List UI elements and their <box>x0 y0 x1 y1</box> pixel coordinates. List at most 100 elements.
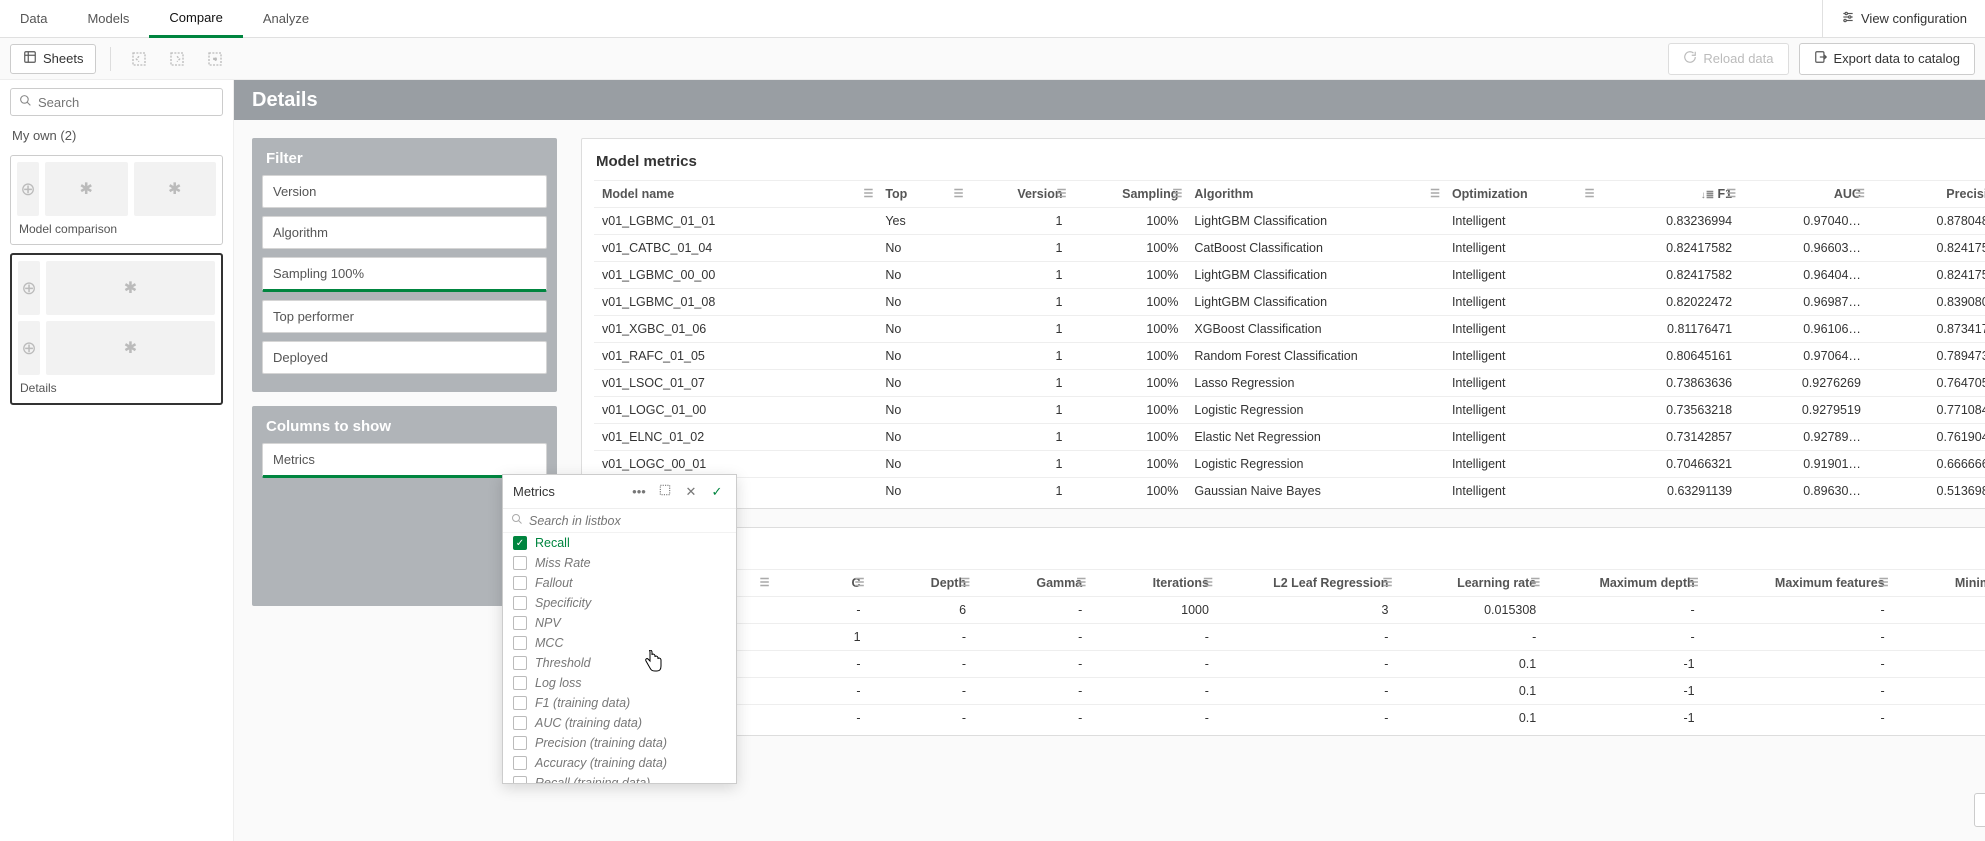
tab-models[interactable]: Models <box>67 0 149 38</box>
listbox-option[interactable]: Specificity <box>503 593 736 613</box>
col-minimum-child-samples[interactable]: Minimum child samples☰ <box>1893 570 1985 597</box>
filter-item-top-performer[interactable]: Top performer <box>262 300 547 333</box>
main-tabs: Data Models Compare Analyze <box>0 0 329 38</box>
col-learning-rate[interactable]: Learning rate☰ <box>1396 570 1544 597</box>
col-sampling[interactable]: Sampling☰ <box>1070 181 1186 208</box>
column-menu-icon[interactable]: ☰ <box>1726 187 1736 200</box>
listbox-option[interactable]: Log loss <box>503 673 736 693</box>
col-optimization[interactable]: Optimization☰ <box>1444 181 1599 208</box>
table-row[interactable]: v01_GNBC_01_03No1100%Gaussian Naive Baye… <box>594 478 1985 505</box>
table-row[interactable]: v01_LSOC_01_07No1100%Lasso RegressionInt… <box>594 370 1985 397</box>
listbox-option[interactable]: Precision (training data) <box>503 733 736 753</box>
column-menu-icon[interactable]: ☰ <box>1173 187 1183 200</box>
col-l2-leaf-regression[interactable]: L2 Leaf Regression☰ <box>1217 570 1397 597</box>
listbox-option[interactable]: MCC <box>503 633 736 653</box>
listbox-option[interactable]: Accuracy (training data) <box>503 753 736 773</box>
checkbox-icon <box>513 676 527 690</box>
table-row[interactable]: v01_XGBC_01_06No1100%XGBoost Classificat… <box>594 316 1985 343</box>
table-row[interactable]: v01_LGBMC_01_01-----0.1-1-20- <box>594 678 1985 705</box>
filter-item-version[interactable]: Version <box>262 175 547 208</box>
hyperparameters-card: Hyperparameters Model name ↑≣☰C☰Depth☰Ga… <box>581 527 1985 736</box>
export-icon <box>1814 50 1828 67</box>
column-menu-icon[interactable]: ☰ <box>1530 576 1540 589</box>
selection-forward-icon[interactable] <box>163 45 191 73</box>
col-auc[interactable]: AUC☰ <box>1740 181 1869 208</box>
column-menu-icon[interactable]: ☰ <box>1383 576 1393 589</box>
col-iterations[interactable]: Iterations☰ <box>1090 570 1217 597</box>
page-title: Details <box>252 89 318 112</box>
column-menu-icon[interactable]: ☰ <box>760 576 770 589</box>
view-configuration-top[interactable]: View configuration <box>1822 0 1985 38</box>
table-row[interactable]: v01_LGBMC_01_01Yes1100%LightGBM Classifi… <box>594 208 1985 235</box>
columns-item-metrics[interactable]: Metrics <box>262 443 547 478</box>
table-row[interactable]: v01_LGBMC_01_08No1100%LightGBM Classific… <box>594 289 1985 316</box>
sheet-thumb-details[interactable]: ⊕ ✱ ⊕ ✱ Details <box>10 253 223 405</box>
col-c[interactable]: C☰ <box>774 570 869 597</box>
listbox-option[interactable]: AUC (training data) <box>503 713 736 733</box>
listbox-option[interactable]: Fallout <box>503 573 736 593</box>
option-label: Precision (training data) <box>535 736 667 750</box>
column-menu-icon[interactable]: ☰ <box>863 187 873 200</box>
listbox-option[interactable]: Threshold <box>503 653 736 673</box>
table-row[interactable]: v01_LOGC_00_01No1100%Logistic Regression… <box>594 451 1985 478</box>
filter-item-deployed[interactable]: Deployed <box>262 341 547 374</box>
popup-cancel-icon[interactable]: ✕ <box>682 484 700 500</box>
table-row[interactable]: v01_CATBC_01_04No1100%CatBoost Classific… <box>594 235 1985 262</box>
table-row[interactable]: v01_RAFC_01_05No1100%Random Forest Class… <box>594 343 1985 370</box>
tab-compare[interactable]: Compare <box>149 0 242 38</box>
popup-option-list[interactable]: ✓RecallMiss RateFalloutSpecificityNPVMCC… <box>503 533 736 783</box>
search-icon <box>19 94 32 110</box>
col-top[interactable]: Top☰ <box>877 181 967 208</box>
col-algorithm[interactable]: Algorithm☰ <box>1186 181 1444 208</box>
popup-select-tool-icon[interactable] <box>656 483 674 500</box>
table-row[interactable]: v01_ELNC_01_02No1100%Elastic Net Regress… <box>594 424 1985 451</box>
column-menu-icon[interactable]: ☰ <box>960 576 970 589</box>
table-row[interactable]: v01_LGBMC_00_00No1100%LightGBM Classific… <box>594 262 1985 289</box>
my-own-section[interactable]: My own (2) <box>10 124 223 147</box>
sheets-button[interactable]: Sheets <box>10 44 96 74</box>
sidebar-search-input[interactable] <box>38 95 214 110</box>
column-menu-icon[interactable]: ☰ <box>1879 576 1889 589</box>
popup-more-icon[interactable]: ••• <box>630 484 648 499</box>
column-menu-icon[interactable]: ☰ <box>1689 576 1699 589</box>
column-menu-icon[interactable]: ☰ <box>1076 576 1086 589</box>
col-version[interactable]: Version☰ <box>967 181 1070 208</box>
table-row[interactable]: v01_CATBC_01_04-6-100030.015308---- <box>594 597 1985 624</box>
hyperparameters-title: Hyperparameters <box>594 538 1985 569</box>
tab-analyze[interactable]: Analyze <box>243 0 329 38</box>
listbox-option[interactable]: Recall (training data) <box>503 773 736 783</box>
column-menu-icon[interactable]: ☰ <box>1855 187 1865 200</box>
table-row[interactable]: v01_LOGC_01_00No1100%Logistic Regression… <box>594 397 1985 424</box>
tab-data[interactable]: Data <box>0 0 67 38</box>
column-menu-icon[interactable]: ☰ <box>1585 187 1595 200</box>
column-menu-icon[interactable]: ☰ <box>855 576 865 589</box>
listbox-option[interactable]: Miss Rate <box>503 553 736 573</box>
table-row[interactable]: v01_ELNC_01_021--------- <box>594 624 1985 651</box>
listbox-option[interactable]: NPV <box>503 613 736 633</box>
listbox-option[interactable]: ✓Recall <box>503 533 736 553</box>
filter-item-algorithm[interactable]: Algorithm <box>262 216 547 249</box>
sidebar-search[interactable] <box>10 88 223 116</box>
table-row[interactable]: v01_LGBMC_01_08-----0.1-1-20- <box>594 705 1985 732</box>
selection-clear-icon[interactable] <box>201 45 229 73</box>
col-gamma[interactable]: Gamma☰ <box>974 570 1090 597</box>
col-f1[interactable]: ↓≣ F1☰ <box>1598 181 1740 208</box>
col-precision[interactable]: Precision☰ <box>1869 181 1985 208</box>
hyper-scroll[interactable]: Model name ↑≣☰C☰Depth☰Gamma☰Iterations☰L… <box>594 569 1985 731</box>
popup-confirm-icon[interactable]: ✓ <box>708 484 726 500</box>
column-menu-icon[interactable]: ☰ <box>954 187 964 200</box>
selection-back-icon[interactable] <box>125 45 153 73</box>
listbox-option[interactable]: F1 (training data) <box>503 693 736 713</box>
table-row[interactable]: v01_LGBMC_00_00-----0.1-1-20- <box>594 651 1985 678</box>
sheet-thumb-model-comparison[interactable]: ⊕ ✱ ✱ Model comparison <box>10 155 223 245</box>
column-menu-icon[interactable]: ☰ <box>1430 187 1440 200</box>
col-depth[interactable]: Depth☰ <box>869 570 975 597</box>
export-data-button[interactable]: Export data to catalog <box>1799 43 1975 75</box>
column-menu-icon[interactable]: ☰ <box>1203 576 1213 589</box>
popup-search-input[interactable] <box>529 514 728 528</box>
col-model-name[interactable]: Model name☰ <box>594 181 877 208</box>
col-maximum-depth[interactable]: Maximum depth☰ <box>1544 570 1702 597</box>
filter-item-sampling-100-[interactable]: Sampling 100% <box>262 257 547 292</box>
col-maximum-features[interactable]: Maximum features☰ <box>1703 570 1893 597</box>
column-menu-icon[interactable]: ☰ <box>1057 187 1067 200</box>
